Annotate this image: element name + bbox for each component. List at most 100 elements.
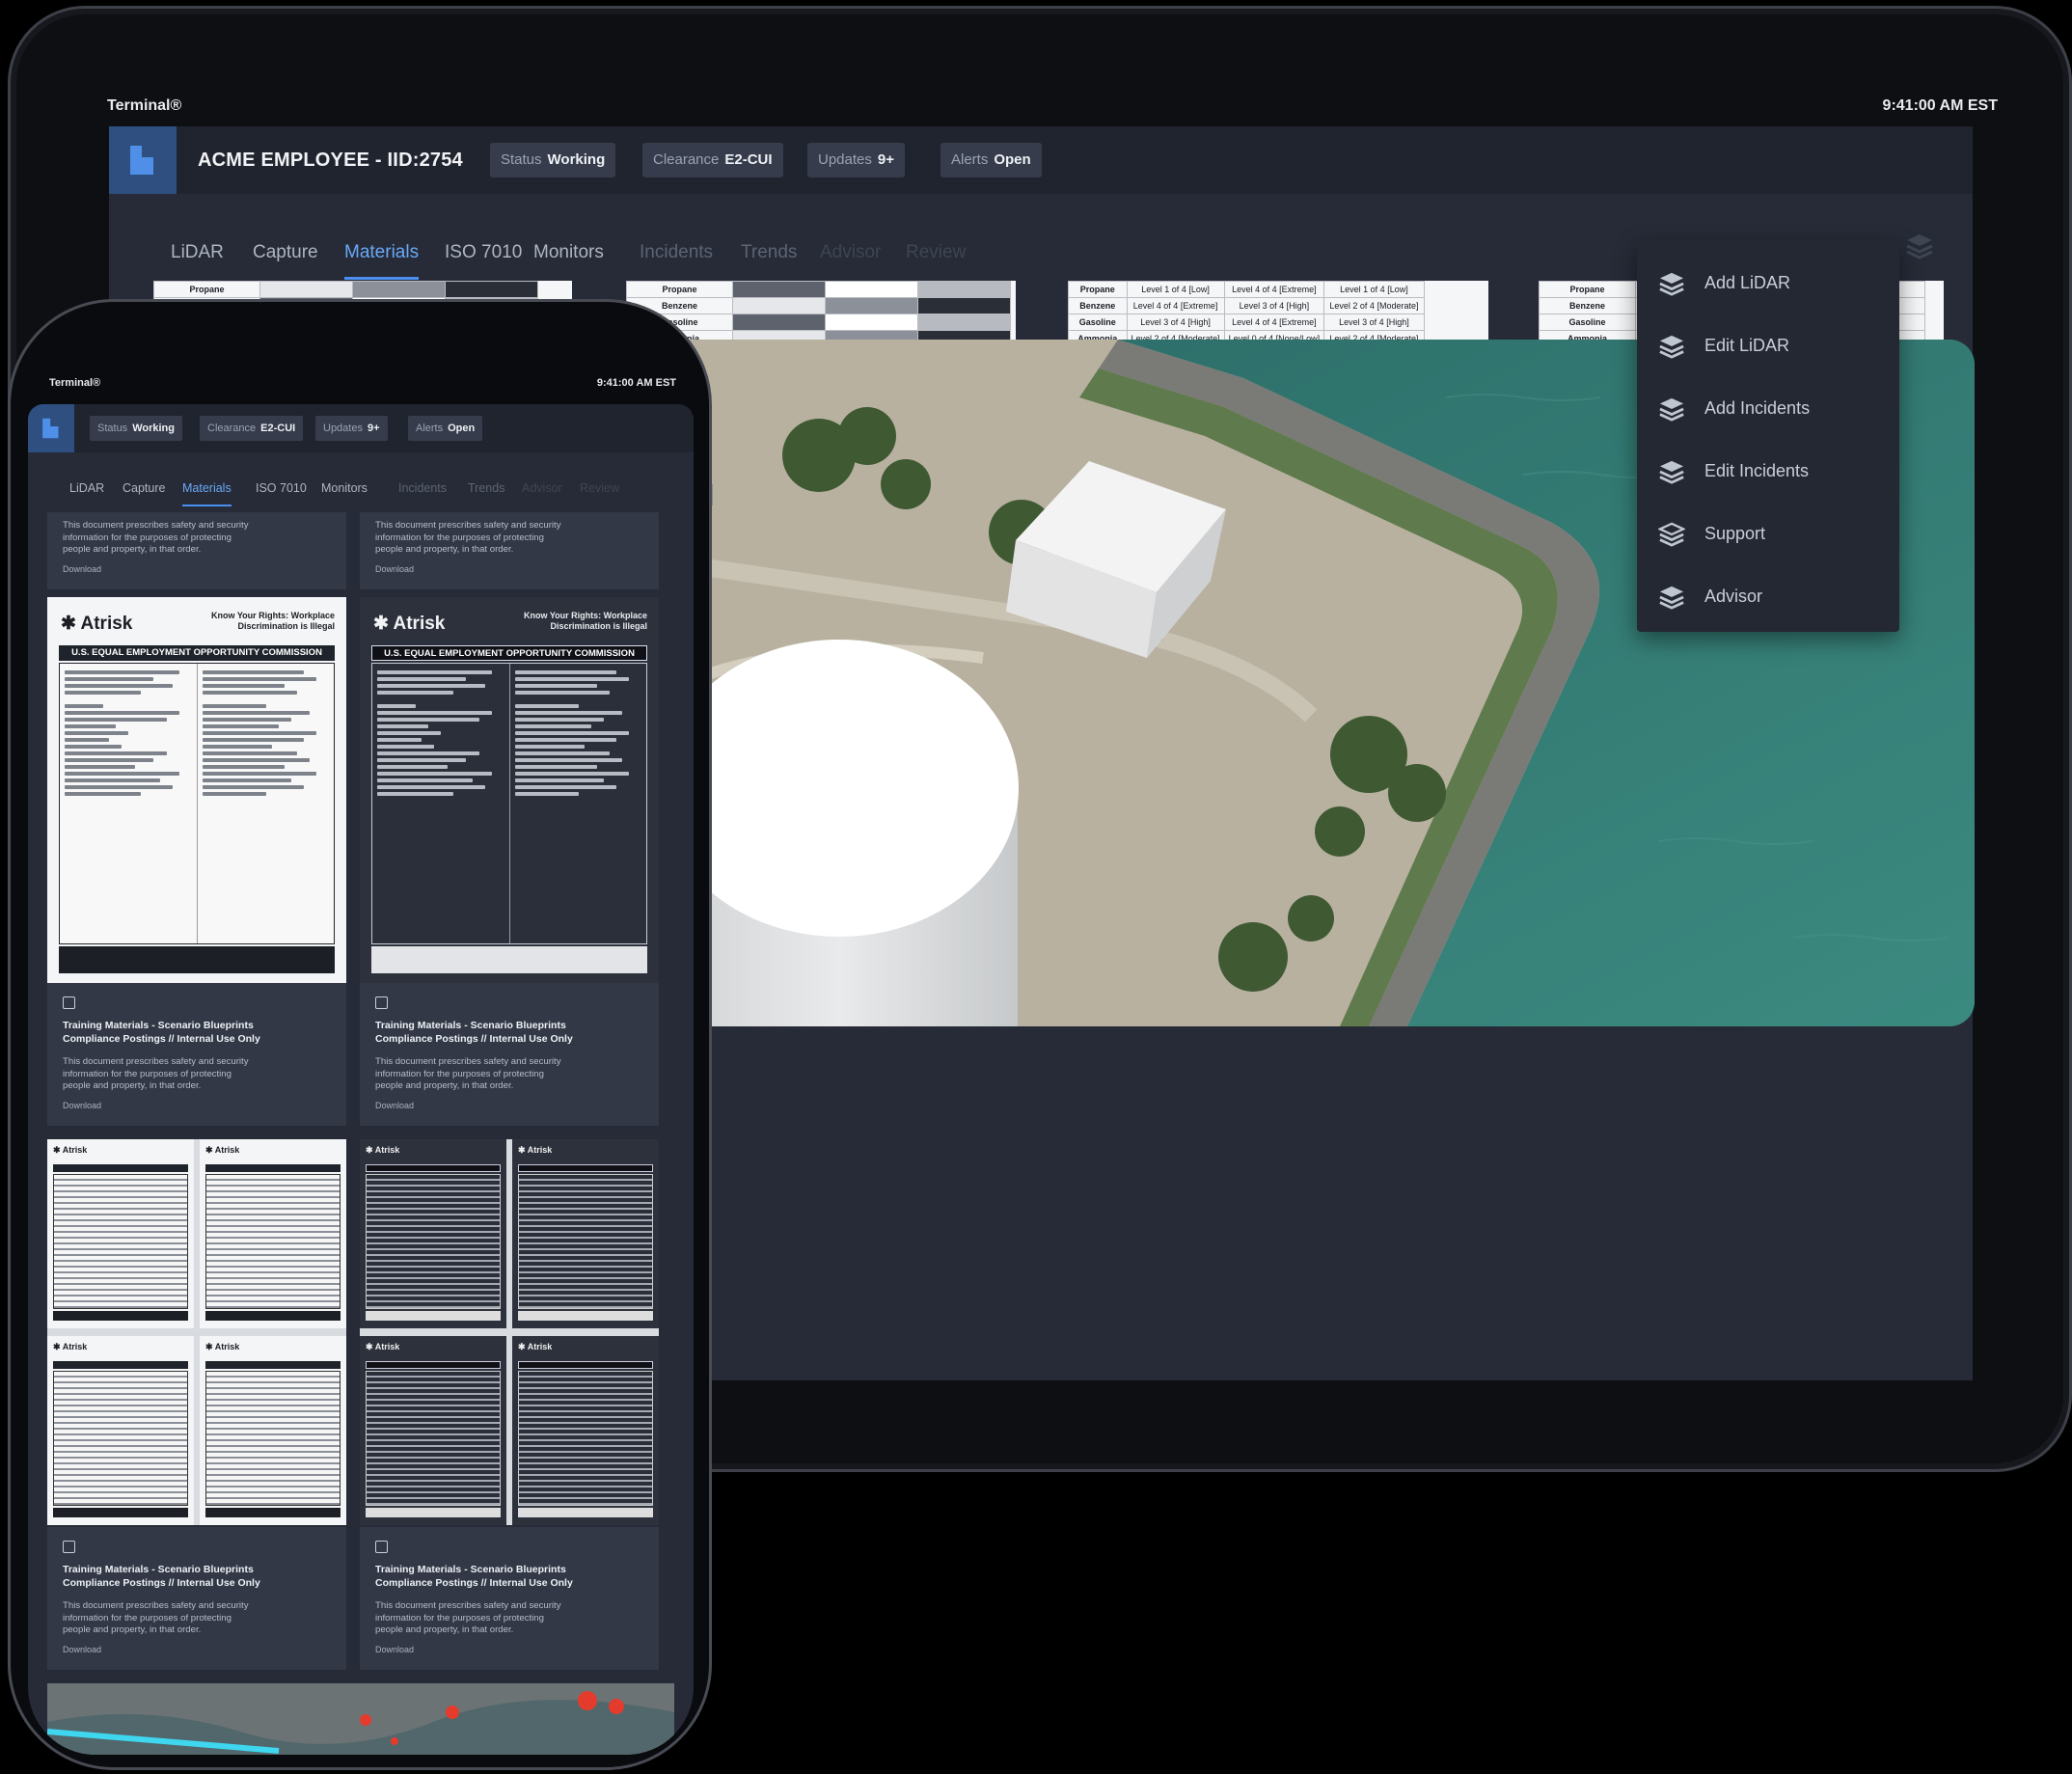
menu-item-edit-lidar[interactable]: Edit LiDAR	[1637, 314, 1899, 377]
download-link[interactable]: Download	[63, 1101, 101, 1110]
mini-body	[53, 1371, 188, 1506]
table-cell: Level 2 of 4 [Moderate]	[1323, 297, 1425, 314]
table-cell-shade	[732, 297, 826, 314]
menu-item-support[interactable]: Support	[1637, 503, 1899, 565]
alerts-pill[interactable]: Alerts Open	[941, 143, 1042, 177]
card-description: This document prescribes safety and secu…	[63, 1056, 249, 1091]
menu-item-add-incidents[interactable]: Add Incidents	[1637, 377, 1899, 440]
material-card[interactable]: Training Materials - Scenario Blueprints…	[360, 1527, 659, 1670]
updates-pill[interactable]: Updates 9+	[315, 416, 388, 441]
status-pill[interactable]: Status Working	[490, 143, 616, 177]
tab-materials[interactable]: Materials	[182, 481, 232, 506]
table-cell-label: Propane	[153, 281, 260, 298]
logo-text: Atrisk	[374, 1145, 400, 1155]
layers-icon[interactable]	[1905, 232, 1934, 264]
table-cell: Level 3 of 4 [High]	[1126, 314, 1225, 331]
tab-iso-7010[interactable]: ISO 7010	[256, 481, 307, 505]
menu-item-edit-incidents[interactable]: Edit Incidents	[1637, 440, 1899, 503]
tab-iso-7010[interactable]: ISO 7010	[445, 242, 522, 277]
menu-item-label: Edit Incidents	[1704, 461, 1810, 480]
mini-body	[366, 1174, 501, 1309]
tab-capture[interactable]: Capture	[123, 481, 165, 505]
menu-item-advisor[interactable]: Advisor	[1637, 565, 1899, 628]
table-row: Propane	[153, 281, 538, 298]
logo-text: Atrisk	[527, 1145, 553, 1155]
logo-text: Atrisk	[527, 1342, 553, 1351]
logo-text: Atrisk	[374, 1342, 400, 1351]
updates-pill[interactable]: Updates 9+	[807, 143, 905, 177]
tab-monitors[interactable]: Monitors	[321, 481, 368, 505]
mini-body	[53, 1174, 188, 1309]
poster-column	[60, 664, 197, 943]
table-cell-shade	[825, 297, 918, 314]
tab-lidar[interactable]: LiDAR	[69, 481, 104, 505]
mini-band	[366, 1361, 501, 1369]
material-card[interactable]: This document prescribes safety and secu…	[360, 512, 659, 589]
mini-band	[205, 1361, 341, 1369]
material-card[interactable]: Training Materials - Scenario Blueprints…	[47, 983, 346, 1126]
mini-body	[205, 1174, 341, 1309]
tab-review[interactable]: Review	[580, 481, 619, 505]
poster-grid-dark[interactable]: ✱ Atrisk ✱ Atrisk ✱ Atrisk ✱ Atrisk	[360, 1139, 659, 1525]
material-card[interactable]: This document prescribes safety and secu…	[47, 512, 346, 589]
map-preview[interactable]	[47, 1683, 674, 1755]
card-title: Training Materials - Scenario Blueprints…	[63, 1020, 260, 1045]
tab-review[interactable]: Review	[906, 242, 966, 277]
tab-incidents[interactable]: Incidents	[398, 481, 447, 505]
atrisk-logo: ✱ Atrisk	[205, 1342, 240, 1351]
atrisk-logo: ✱ Atrisk	[366, 1342, 400, 1351]
tab-incidents[interactable]: Incidents	[640, 242, 713, 277]
table-row: Benzene Level 4 of 4 [Extreme] Level 3 of …	[1068, 297, 1425, 314]
menu-item-add-lidar[interactable]: Add LiDAR	[1637, 252, 1899, 314]
status-brand: Terminal®	[49, 377, 101, 389]
mini-band	[205, 1164, 341, 1172]
layers-icon	[1659, 397, 1684, 422]
tab-trends[interactable]: Trends	[468, 481, 504, 505]
tab-materials[interactable]: Materials	[344, 242, 420, 280]
download-link[interactable]: Download	[63, 564, 101, 574]
select-checkbox[interactable]	[63, 996, 75, 1009]
pill-label: Status	[501, 151, 542, 168]
table-cell: Level 1 of 4 [Low]	[1323, 281, 1425, 298]
download-link[interactable]: Download	[63, 1645, 101, 1654]
download-link[interactable]: Download	[375, 564, 414, 574]
menu-item-label: Edit LiDAR	[1704, 336, 1790, 355]
card-title: Training Materials - Scenario Blueprints…	[63, 1564, 260, 1589]
poster-thumbnail-dark[interactable]: ✱ Atrisk Know Your Rights: Workplace Dis…	[360, 597, 659, 983]
select-checkbox[interactable]	[375, 1541, 388, 1553]
tab-monitors[interactable]: Monitors	[533, 242, 604, 277]
tab-advisor[interactable]: Advisor	[820, 242, 881, 277]
clearance-pill[interactable]: Clearance E2-CUI	[642, 143, 783, 177]
table-cell: Level 3 of 4 [High]	[1223, 297, 1325, 314]
app-logo-icon[interactable]	[109, 126, 177, 194]
poster-grid[interactable]: ✱ Atrisk ✱ Atrisk ✱ Atrisk ✱ Atrisk	[47, 1139, 346, 1525]
select-checkbox[interactable]	[63, 1541, 75, 1553]
poster-footer	[371, 946, 647, 973]
tab-advisor[interactable]: Advisor	[522, 481, 562, 505]
app-logo-icon[interactable]	[28, 404, 74, 452]
table-cell-shade	[825, 281, 918, 298]
material-card[interactable]: Training Materials - Scenario Blueprints…	[47, 1527, 346, 1670]
tab-trends[interactable]: Trends	[741, 242, 797, 277]
menu-item-label: Add Incidents	[1704, 398, 1811, 418]
status-pill[interactable]: Status Working	[90, 416, 182, 441]
download-link[interactable]: Download	[375, 1645, 414, 1654]
select-checkbox[interactable]	[375, 996, 388, 1009]
phone-device: Terminal® 9:41:00 AM EST Status Working C…	[8, 299, 712, 1770]
table-row: Propane	[626, 281, 1011, 298]
download-link[interactable]: Download	[375, 1101, 414, 1110]
alerts-pill[interactable]: Alerts Open	[408, 416, 483, 441]
clearance-pill[interactable]: Clearance E2-CUI	[200, 416, 304, 441]
pill-value: Open	[994, 151, 1031, 168]
mini-footer	[205, 1311, 341, 1321]
mini-band	[366, 1164, 501, 1172]
mini-footer	[205, 1508, 341, 1517]
pill-label: Status	[97, 423, 128, 434]
card-description: This document prescribes safety and secu…	[63, 1600, 249, 1635]
logo-text: Atrisk	[62, 1145, 88, 1155]
poster-thumbnail[interactable]: ✱ Atrisk Know Your Rights: Workplace Dis…	[47, 597, 346, 983]
tab-lidar[interactable]: LiDAR	[171, 242, 224, 277]
pill-label: Alerts	[416, 423, 444, 434]
material-card[interactable]: Training Materials - Scenario Blueprints…	[360, 983, 659, 1126]
tab-capture[interactable]: Capture	[253, 242, 318, 277]
